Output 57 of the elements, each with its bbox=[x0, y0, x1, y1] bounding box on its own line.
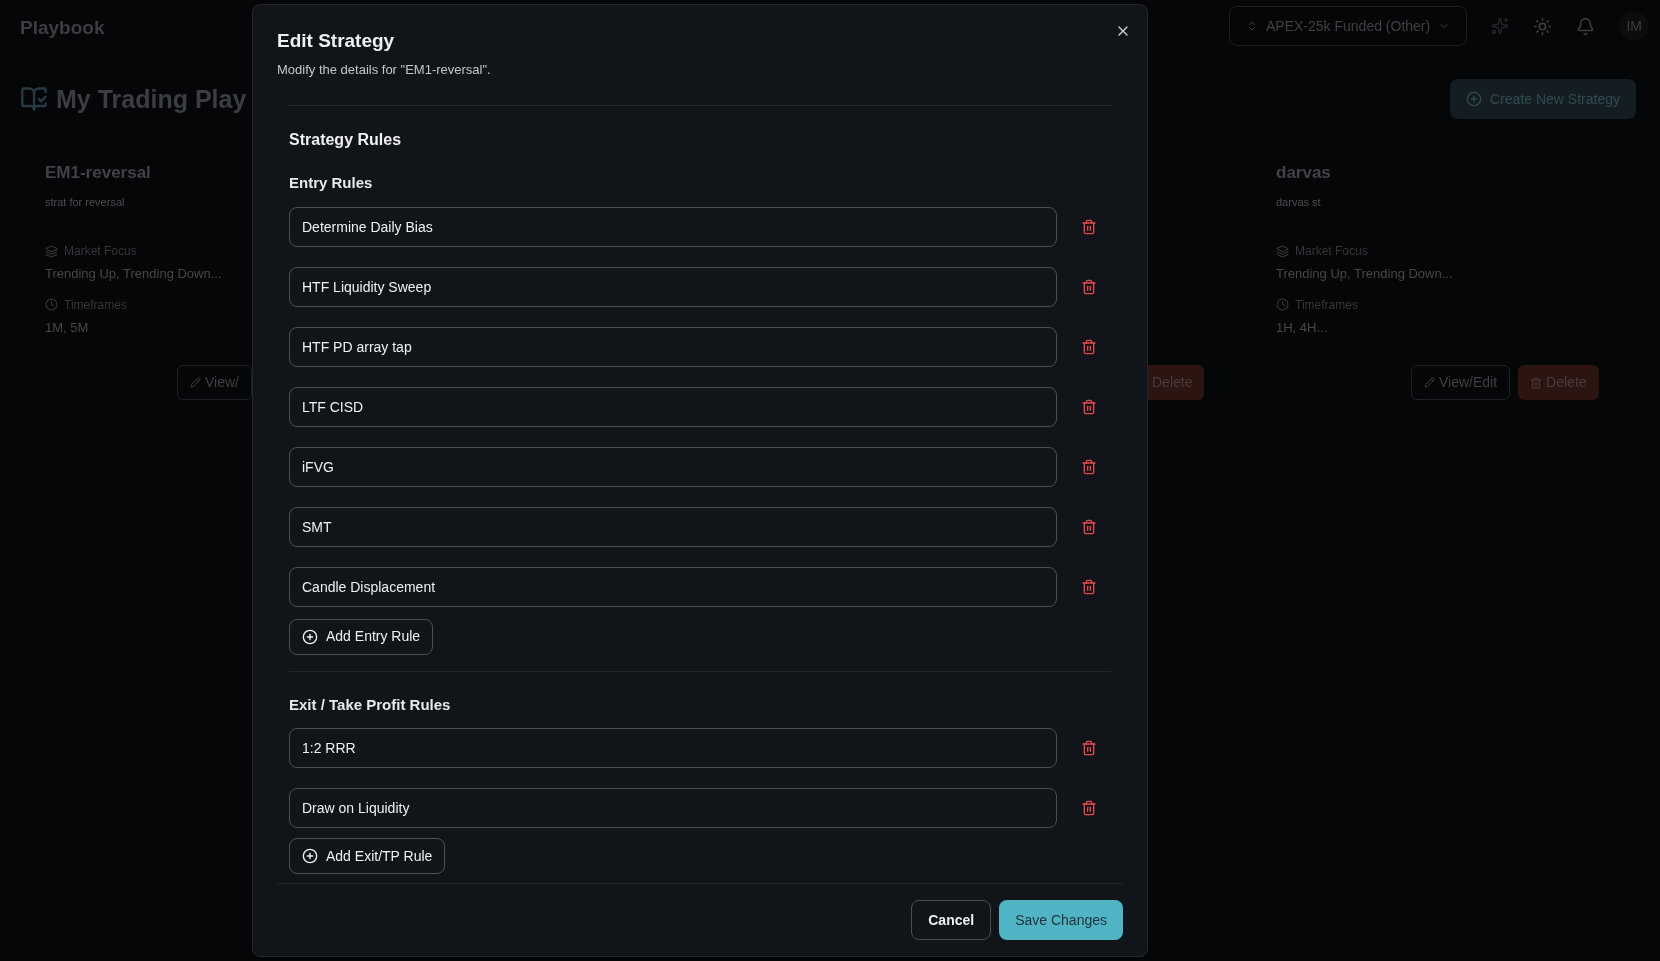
pencil-icon bbox=[190, 377, 201, 388]
rule-input[interactable]: HTF PD array tap bbox=[289, 326, 1057, 367]
cancel-button[interactable]: Cancel bbox=[911, 900, 992, 940]
add-rule-button[interactable]: Add Entry Rule bbox=[289, 618, 434, 655]
plus-circle-icon bbox=[302, 628, 318, 645]
clock-icon bbox=[1276, 298, 1289, 311]
trash-icon bbox=[1081, 398, 1097, 415]
timeframes-value: 1M, 5M bbox=[45, 318, 90, 337]
delete-rule-button[interactable] bbox=[1081, 518, 1097, 535]
delete-rule-button[interactable] bbox=[1081, 278, 1097, 295]
pencil-icon bbox=[1424, 377, 1435, 388]
app-title: Playbook bbox=[20, 16, 106, 40]
trash-icon bbox=[1081, 740, 1097, 756]
rule-input[interactable]: 1:2 RRR bbox=[289, 728, 1057, 768]
strategy-description: strat for reversal bbox=[45, 194, 126, 210]
plus-circle-icon bbox=[1466, 91, 1483, 107]
rule-input[interactable]: HTF Liquidity Sweep bbox=[289, 266, 1057, 307]
group-title: Exit / Take Profit Rules bbox=[289, 694, 452, 715]
rule-input[interactable]: Determine Daily Bias bbox=[289, 206, 1057, 247]
layers-icon bbox=[45, 244, 58, 258]
rule-input[interactable]: iFVG bbox=[289, 446, 1057, 487]
dialog-title: Edit Strategy bbox=[277, 29, 396, 53]
rule-input[interactable]: LTF CISD bbox=[289, 386, 1057, 427]
delete-rule-button[interactable] bbox=[1081, 338, 1097, 355]
strategy-name: EM1-reversal bbox=[45, 162, 152, 184]
delete-rule-button[interactable] bbox=[1081, 398, 1097, 415]
clock-icon bbox=[45, 298, 58, 311]
trash-icon bbox=[1530, 376, 1543, 389]
dialog-subtitle: Modify the details for "EM1-reversal". bbox=[277, 60, 492, 79]
rule-input[interactable]: Candle Displacement bbox=[289, 566, 1057, 607]
trash-icon bbox=[1081, 278, 1097, 295]
trash-icon bbox=[1081, 800, 1097, 816]
delete-rule-button[interactable] bbox=[1081, 740, 1097, 756]
rule-input[interactable]: SMT bbox=[289, 506, 1057, 547]
rule-input[interactable]: Draw on Liquidity bbox=[289, 788, 1057, 828]
delete-rule-button[interactable] bbox=[1081, 578, 1097, 595]
delete-rule-button[interactable] bbox=[1081, 458, 1097, 475]
strategy-description: darvas st bbox=[1276, 194, 1322, 210]
market-focus-value: Trending Up, Trending Down... bbox=[1276, 265, 1454, 283]
add-rule-button[interactable]: Add Exit/TP Rule bbox=[289, 838, 446, 874]
layers-icon bbox=[1276, 244, 1289, 258]
up-down-chevron-icon bbox=[1246, 20, 1258, 32]
trash-icon bbox=[1081, 578, 1097, 595]
market-focus-value: Trending Up, Trending Down... bbox=[45, 265, 223, 283]
group-title: Entry Rules bbox=[289, 173, 374, 193]
page-title: My Trading Play bbox=[56, 83, 247, 115]
save-changes-button[interactable]: Save Changes bbox=[999, 900, 1123, 940]
trash-icon bbox=[1081, 458, 1097, 475]
plus-circle-icon bbox=[302, 848, 318, 864]
trash-icon bbox=[1081, 518, 1097, 535]
trash-icon bbox=[1081, 218, 1097, 235]
delete-rule-button[interactable] bbox=[1081, 800, 1097, 816]
timeframes-value: 1H, 4H... bbox=[1276, 318, 1329, 337]
delete-rule-button[interactable] bbox=[1081, 218, 1097, 235]
section-title: Strategy Rules bbox=[289, 130, 403, 150]
strategy-name: darvas bbox=[1276, 162, 1332, 184]
trash-icon bbox=[1081, 338, 1097, 355]
